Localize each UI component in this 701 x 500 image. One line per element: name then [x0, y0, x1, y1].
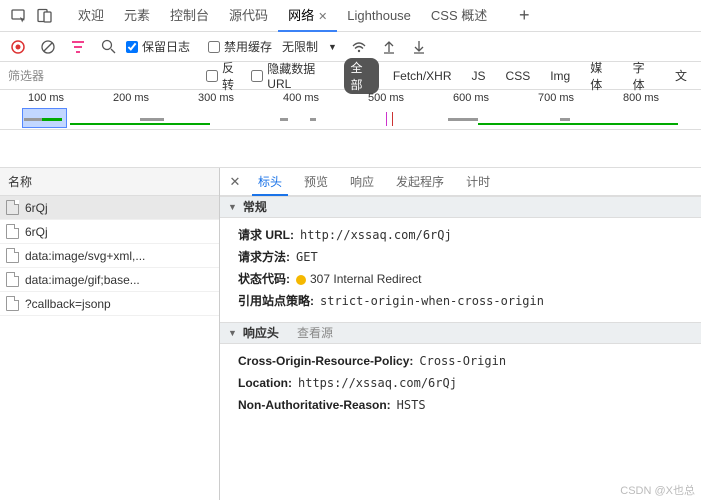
preserve-log-checkbox[interactable]: 保留日志: [126, 38, 190, 55]
file-icon: [6, 224, 19, 239]
filter-js[interactable]: JS: [466, 68, 492, 84]
tab-console[interactable]: 控制台: [160, 0, 219, 32]
request-row[interactable]: 6rQj: [0, 220, 219, 244]
request-url-label: 请求 URL:: [238, 224, 294, 246]
detail-tab-timing[interactable]: 计时: [456, 168, 500, 196]
close-detail-button[interactable]: ✕: [224, 174, 246, 190]
upload-icon[interactable]: [377, 35, 401, 59]
disable-cache-checkbox[interactable]: 禁用缓存: [208, 38, 272, 55]
status-dot-icon: [296, 275, 306, 285]
request-method-label: 请求方法:: [238, 246, 290, 268]
add-tab-button[interactable]: +: [511, 5, 537, 26]
request-row[interactable]: data:image/gif;base...: [0, 268, 219, 292]
filter-doc[interactable]: 文: [669, 66, 693, 85]
request-row[interactable]: data:image/svg+xml,...: [0, 244, 219, 268]
invert-checkbox[interactable]: 反转: [206, 59, 243, 93]
filter-icon[interactable]: [66, 35, 90, 59]
record-button[interactable]: [6, 35, 30, 59]
status-code-value: 307 Internal Redirect: [296, 268, 421, 290]
file-icon: [6, 296, 19, 311]
request-method-value: GET: [296, 246, 318, 268]
filter-all[interactable]: 全部: [344, 58, 378, 94]
filter-css[interactable]: CSS: [500, 68, 537, 84]
chevron-down-icon: ▼: [228, 196, 237, 218]
search-icon[interactable]: [96, 35, 120, 59]
tab-css-overview[interactable]: CSS 概述: [421, 0, 497, 32]
detail-panel: ✕ 标头 预览 响应 发起程序 计时 ▼常规 请求 URL: http://xss…: [220, 168, 701, 500]
header-value: Cross-Origin: [419, 350, 506, 372]
tab-network[interactable]: 网络✕: [278, 0, 337, 32]
wifi-icon[interactable]: [347, 35, 371, 59]
filter-img[interactable]: Img: [544, 68, 576, 84]
filter-input[interactable]: 筛选器: [8, 66, 198, 86]
header-value: HSTS: [397, 394, 426, 416]
header-key: Cross-Origin-Resource-Policy:: [238, 350, 413, 372]
detail-tab-preview[interactable]: 预览: [294, 168, 338, 196]
section-general[interactable]: ▼常规: [220, 196, 701, 218]
section-response-headers[interactable]: ▼响应头查看源: [220, 322, 701, 344]
file-icon: [6, 272, 19, 287]
referrer-policy-value: strict-origin-when-cross-origin: [320, 290, 544, 312]
header-key: Location:: [238, 372, 292, 394]
filter-media[interactable]: 媒体: [584, 58, 618, 94]
request-url-value: http://xssaq.com/6rQj: [300, 224, 452, 246]
tab-welcome[interactable]: 欢迎: [68, 0, 114, 32]
status-code-label: 状态代码:: [238, 268, 290, 290]
detail-tab-response[interactable]: 响应: [340, 168, 384, 196]
download-icon[interactable]: [407, 35, 431, 59]
timeline[interactable]: 100 ms 200 ms 300 ms 400 ms 500 ms 600 m…: [0, 90, 701, 130]
timeline-spacer: [0, 130, 701, 168]
tab-sources[interactable]: 源代码: [219, 0, 278, 32]
detail-tab-initiator[interactable]: 发起程序: [386, 168, 454, 196]
watermark: CSDN @X也总: [620, 482, 695, 498]
inspect-icon[interactable]: [6, 3, 32, 29]
clear-button[interactable]: [36, 35, 60, 59]
header-value: https://xssaq.com/6rQj: [298, 372, 457, 394]
name-column: 名称 6rQj 6rQj data:image/svg+xml,... data…: [0, 168, 220, 500]
filter-bar: 筛选器 反转 隐藏数据 URL 全部 Fetch/XHR JS CSS Img …: [0, 62, 701, 90]
column-header-name[interactable]: 名称: [0, 168, 219, 196]
device-icon[interactable]: [32, 3, 58, 29]
hide-data-urls-checkbox[interactable]: 隐藏数据 URL: [251, 60, 336, 91]
referrer-policy-label: 引用站点策略:: [238, 290, 314, 312]
request-row[interactable]: ?callback=jsonp: [0, 292, 219, 316]
file-icon: [6, 200, 19, 215]
devtools-tabbar: 欢迎 元素 控制台 源代码 网络✕ Lighthouse CSS 概述 +: [0, 0, 701, 32]
throttle-select[interactable]: 无限制▼: [278, 38, 341, 55]
view-source-link[interactable]: 查看源: [297, 322, 333, 344]
tab-elements[interactable]: 元素: [114, 0, 160, 32]
chevron-down-icon: ▼: [228, 322, 237, 344]
waterfall: [0, 112, 701, 126]
detail-tab-headers[interactable]: 标头: [248, 168, 292, 196]
tab-lighthouse[interactable]: Lighthouse: [337, 0, 421, 32]
filter-fetch[interactable]: Fetch/XHR: [387, 68, 458, 84]
file-icon: [6, 248, 19, 263]
request-row[interactable]: 6rQj: [0, 196, 219, 220]
close-icon[interactable]: ✕: [318, 11, 327, 23]
header-key: Non-Authoritative-Reason:: [238, 394, 391, 416]
filter-font[interactable]: 字体: [627, 58, 661, 94]
